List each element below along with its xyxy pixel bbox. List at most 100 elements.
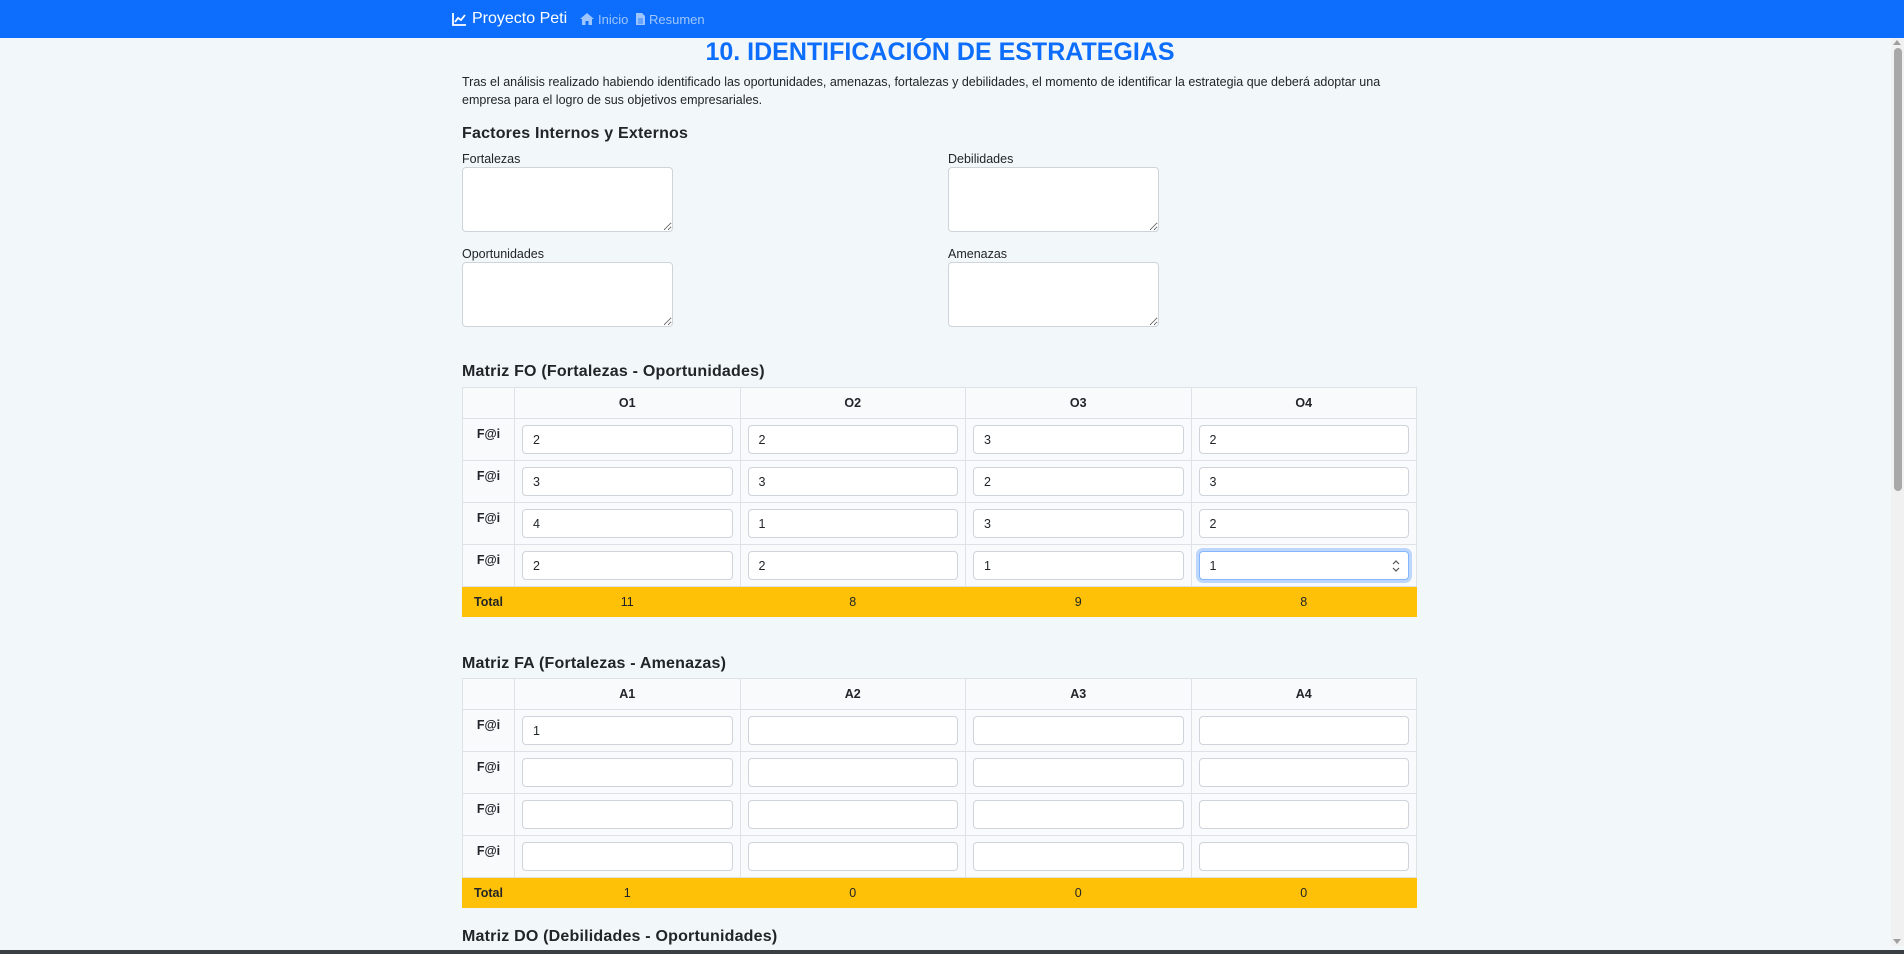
matrix-cell-input[interactable] — [747, 716, 958, 745]
matrix-cell-input[interactable] — [522, 467, 733, 496]
nav-link-label: Inicio — [598, 11, 629, 27]
matrix-cell-input-focused[interactable] — [1198, 551, 1409, 580]
table-row: F@i — [462, 793, 1417, 836]
matrix-cell-input[interactable] — [747, 758, 958, 787]
total-label: Total — [462, 586, 515, 617]
table-row: F@i — [462, 709, 1417, 752]
table-row: F@i — [462, 544, 1417, 587]
total-row: Total 11 8 9 8 — [462, 586, 1417, 617]
amenazas-textarea[interactable] — [948, 262, 1159, 327]
row-header: F@i — [462, 460, 515, 503]
matrix-cell-input[interactable] — [973, 716, 1184, 745]
page-scrollbar[interactable] — [1891, 38, 1904, 946]
total-value: 0 — [739, 877, 966, 908]
column-header: A4 — [1190, 678, 1417, 710]
matrix-cell-input[interactable] — [522, 758, 733, 787]
column-header: A2 — [739, 678, 966, 710]
matrix-cell-input[interactable] — [973, 842, 1184, 871]
matrix-cell-input[interactable] — [1198, 425, 1409, 454]
matrix-cell-input[interactable] — [973, 509, 1184, 538]
matrix-cell-input[interactable] — [747, 467, 958, 496]
total-label: Total — [462, 877, 515, 908]
column-header: A1 — [514, 678, 741, 710]
page-title: 10. IDENTIFICACIÓN DE ESTRATEGIAS — [705, 38, 1175, 66]
row-header: F@i — [462, 709, 515, 752]
total-value: 11 — [514, 586, 741, 617]
oportunidades-textarea[interactable] — [462, 262, 673, 327]
matrix-cell-input[interactable] — [973, 800, 1184, 829]
number-spinner-icon[interactable] — [1392, 559, 1400, 573]
scrollbar-thumb[interactable] — [1894, 48, 1902, 491]
matrix-cell-input[interactable] — [1198, 842, 1409, 871]
column-header: O3 — [965, 387, 1192, 419]
factors-heading: Factores Internos y Externos — [462, 125, 689, 142]
table-row: F@i — [462, 502, 1417, 545]
nav-link-inicio[interactable]: Inicio — [580, 0, 628, 38]
table-row: F@i — [462, 835, 1417, 878]
row-header: F@i — [462, 502, 515, 545]
matrix-cell-input[interactable] — [747, 842, 958, 871]
column-header: O1 — [514, 387, 741, 419]
matrix-do-heading: Matriz DO (Debilidades - Oportunidades) — [462, 928, 778, 945]
total-value: 8 — [1190, 586, 1417, 617]
matrix-cell-input[interactable] — [973, 467, 1184, 496]
total-value: 8 — [739, 586, 966, 617]
intro-paragraph: Tras el análisis realizado habiendo iden… — [462, 75, 1381, 107]
matrix-cell-input[interactable] — [747, 551, 958, 580]
matrix-fa-table: A1 A2 A3 A4 F@i F@i F@i F@i — [462, 678, 1417, 908]
matrix-cell-input[interactable] — [522, 716, 733, 745]
column-header: A3 — [965, 678, 1192, 710]
column-header: O2 — [739, 387, 966, 419]
matrix-cell-input[interactable] — [747, 800, 958, 829]
matrix-cell-input[interactable] — [522, 800, 733, 829]
taskbar-edge — [0, 950, 1904, 954]
matrix-cell-input[interactable] — [1198, 800, 1409, 829]
nav-link-resumen[interactable]: Resumen — [636, 0, 705, 38]
brand-link[interactable]: Proyecto Peti — [452, 0, 567, 38]
scroll-up-arrow-icon[interactable] — [1893, 40, 1901, 45]
matrix-cell-input[interactable] — [973, 425, 1184, 454]
table-row: F@i — [462, 418, 1417, 461]
fortalezas-textarea[interactable] — [462, 167, 673, 232]
corner-cell — [462, 387, 515, 419]
matrix-cell-input[interactable] — [522, 842, 733, 871]
matrix-cell-input[interactable] — [747, 509, 958, 538]
home-icon — [580, 13, 594, 25]
file-icon — [636, 13, 645, 25]
matrix-fa-heading: Matriz FA (Fortalezas - Amenazas) — [462, 655, 727, 672]
matrix-cell-input[interactable] — [1198, 758, 1409, 787]
brand-label: Proyecto Peti — [472, 10, 568, 27]
matrix-cell-input[interactable] — [522, 551, 733, 580]
nav-link-label: Resumen — [649, 11, 705, 27]
scroll-down-arrow-icon[interactable] — [1893, 939, 1901, 944]
matrix-fo-heading: Matriz FO (Fortalezas - Oportunidades) — [462, 363, 765, 380]
table-row: F@i — [462, 751, 1417, 794]
top-navbar: Proyecto Peti Inicio Resumen — [0, 0, 1904, 38]
fortalezas-label: Fortalezas — [462, 152, 521, 166]
total-value: 1 — [514, 877, 741, 908]
matrix-fo-table: O1 O2 O3 O4 F@i F@i F@i F@i — [462, 387, 1417, 617]
column-header: O4 — [1190, 387, 1417, 419]
row-header: F@i — [462, 544, 515, 587]
corner-cell — [462, 678, 515, 710]
chart-line-icon — [452, 12, 466, 26]
total-value: 0 — [965, 877, 1192, 908]
matrix-cell-input[interactable] — [747, 425, 958, 454]
row-header: F@i — [462, 418, 515, 461]
matrix-cell-input[interactable] — [1198, 467, 1409, 496]
matrix-cell-input[interactable] — [973, 758, 1184, 787]
row-header: F@i — [462, 793, 515, 836]
oportunidades-label: Oportunidades — [462, 247, 545, 261]
matrix-cell-input[interactable] — [973, 551, 1184, 580]
row-header: F@i — [462, 835, 515, 878]
total-row: Total 1 0 0 0 — [462, 877, 1417, 908]
total-value: 0 — [1190, 877, 1417, 908]
matrix-cell-input[interactable] — [522, 509, 733, 538]
matrix-cell-input[interactable] — [1198, 509, 1409, 538]
debilidades-label: Debilidades — [948, 152, 1014, 166]
debilidades-textarea[interactable] — [948, 167, 1159, 232]
amenazas-label: Amenazas — [948, 247, 1008, 261]
total-value: 9 — [965, 586, 1192, 617]
matrix-cell-input[interactable] — [522, 425, 733, 454]
matrix-cell-input[interactable] — [1198, 716, 1409, 745]
